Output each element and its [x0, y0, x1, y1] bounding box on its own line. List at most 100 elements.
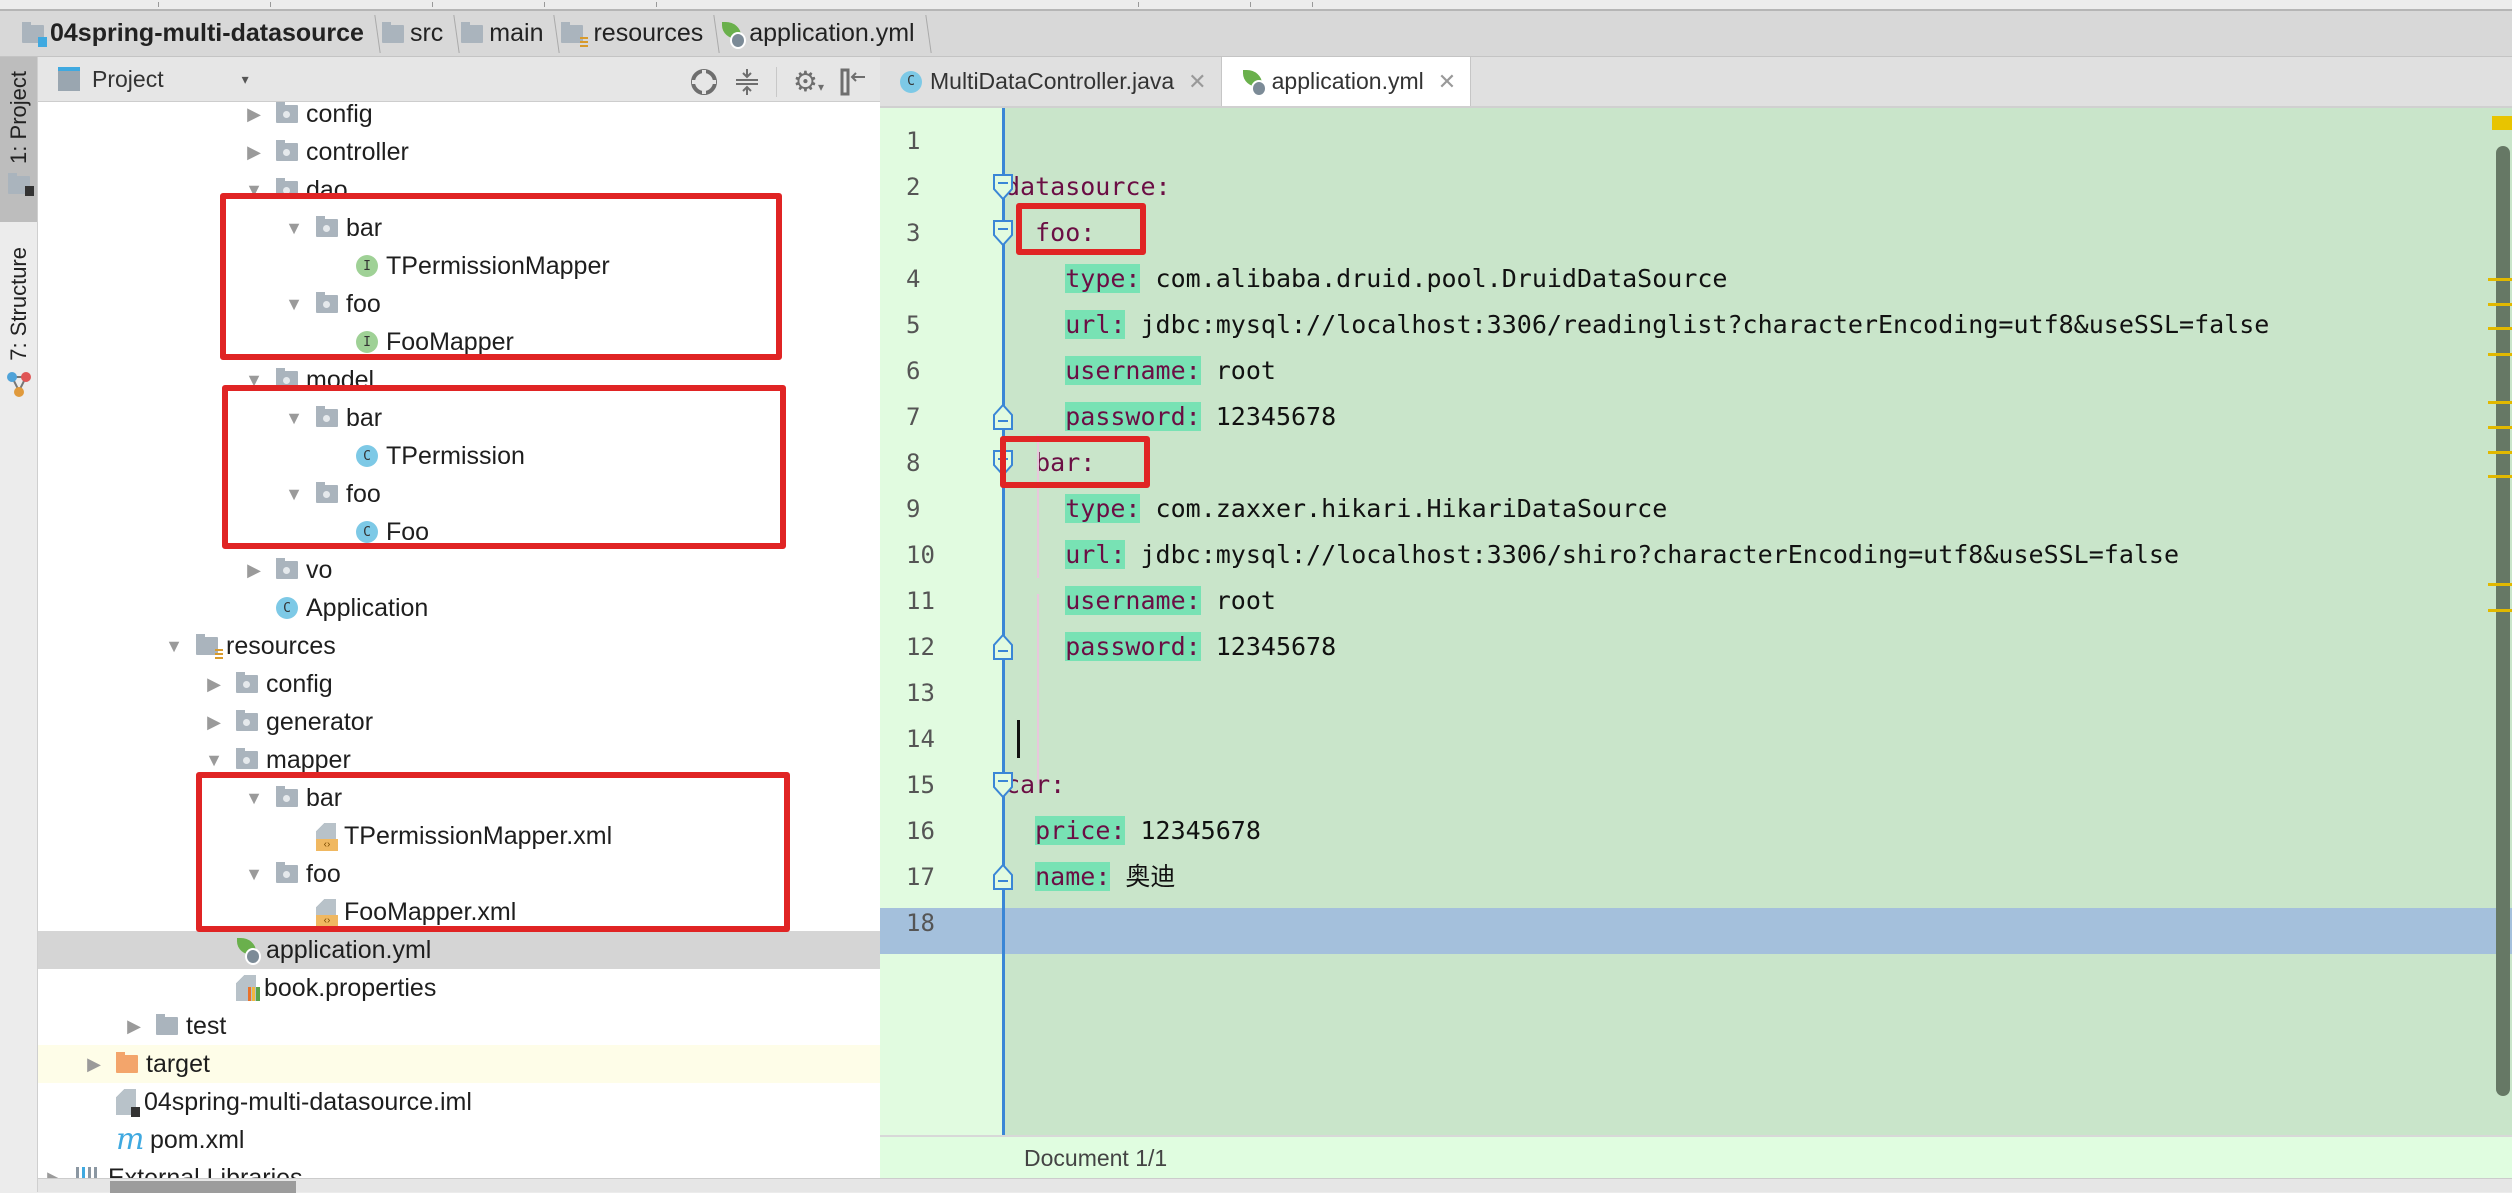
code-line[interactable]: password: 12345678	[1005, 394, 1336, 440]
tree-item[interactable]: I FooMapper	[38, 323, 880, 361]
code-line[interactable]: name: 奥迪	[1005, 854, 1175, 900]
fold-start-icon[interactable]	[992, 449, 1014, 477]
code-line[interactable]: url: jdbc:mysql://localhost:3306/reading…	[1005, 302, 2269, 348]
tree-item[interactable]: ▼ bar	[38, 209, 880, 247]
tree-item[interactable]: C Application	[38, 589, 880, 627]
scrollbar-marker[interactable]	[2488, 278, 2512, 281]
tool-tab-project[interactable]: 1: Project	[0, 57, 37, 222]
expanded-arrow-icon[interactable]: ▼	[242, 370, 266, 391]
locate-icon[interactable]	[690, 68, 718, 96]
tree-item[interactable]: ▶ target	[38, 1045, 880, 1083]
tree-item[interactable]: ▶ generator	[38, 703, 880, 741]
settings-icon[interactable]: ⚙▾	[793, 65, 824, 98]
tab-application-yml[interactable]: application.yml ✕	[1221, 57, 1472, 106]
project-view-selector[interactable]: Project	[92, 66, 164, 93]
collapsed-arrow-icon[interactable]: ▶	[242, 104, 266, 125]
code-line[interactable]: username: root	[1005, 578, 1276, 624]
scrollbar-marker[interactable]	[2488, 353, 2512, 356]
scrollbar-marker[interactable]	[2488, 426, 2512, 429]
tree-item[interactable]: ▶ vo	[38, 551, 880, 589]
collapsed-arrow-icon[interactable]: ▶	[202, 712, 226, 733]
tree-item[interactable]: C Foo	[38, 513, 880, 551]
tree-item[interactable]: ▼ foo	[38, 475, 880, 513]
breadcrumb-main[interactable]: main	[457, 11, 557, 57]
expanded-arrow-icon[interactable]: ▼	[242, 788, 266, 809]
xml-file-icon	[316, 899, 338, 927]
horizontal-scroll-thumb[interactable]	[110, 1181, 296, 1193]
expanded-arrow-icon[interactable]: ▼	[282, 484, 306, 505]
fold-end-icon[interactable]	[992, 633, 1014, 661]
collapsed-arrow-icon[interactable]: ▶	[202, 674, 226, 695]
tree-item[interactable]: application.yml	[38, 931, 880, 969]
code-editor[interactable]: 1 2 datasource: 3 foo: 4 type: com.alibaba.d…	[880, 108, 2512, 1135]
fold-start-icon[interactable]	[992, 771, 1014, 799]
code-line[interactable]: type: com.alibaba.druid.pool.DruidDataSo…	[1005, 256, 1727, 302]
tree-item[interactable]: ▶ test	[38, 1007, 880, 1045]
hide-panel-icon[interactable]	[840, 67, 866, 97]
tree-item[interactable]: ▶ config	[38, 102, 880, 133]
tree-item[interactable]: ▼ bar	[38, 779, 880, 817]
expanded-arrow-icon[interactable]: ▼	[162, 636, 186, 657]
fold-end-icon[interactable]	[992, 863, 1014, 891]
tree-item[interactable]: C TPermission	[38, 437, 880, 475]
close-icon[interactable]: ✕	[1188, 69, 1206, 95]
scrollbar-thumb[interactable]	[2496, 146, 2510, 1096]
scrollbar-marker[interactable]	[2488, 609, 2512, 612]
code-line[interactable]: foo:	[1005, 210, 1095, 256]
tree-item[interactable]: ▼ mapper	[38, 741, 880, 779]
collapsed-arrow-icon[interactable]: ▶	[82, 1054, 106, 1075]
tool-tab-structure[interactable]: 7: Structure	[0, 237, 37, 457]
expanded-arrow-icon[interactable]: ▼	[202, 750, 226, 771]
chevron-down-icon[interactable]: ▾	[242, 71, 249, 88]
collapse-all-icon[interactable]	[734, 67, 760, 97]
expanded-arrow-icon[interactable]: ▼	[282, 294, 306, 315]
breadcrumb-project[interactable]: 04spring-multi-datasource	[18, 11, 378, 57]
scrollbar-marker[interactable]	[2488, 475, 2512, 478]
fold-start-icon[interactable]	[992, 219, 1014, 247]
code-line[interactable]: url: jdbc:mysql://localhost:3306/shiro?c…	[1005, 532, 2179, 578]
code-line[interactable]: car:	[1005, 762, 1065, 808]
fold-end-icon[interactable]	[992, 403, 1014, 431]
tree-item[interactable]: I TPermissionMapper	[38, 247, 880, 285]
collapsed-arrow-icon[interactable]: ▶	[242, 142, 266, 163]
code-line[interactable]: password: 12345678	[1005, 624, 1336, 670]
collapsed-arrow-icon[interactable]: ▶	[122, 1016, 146, 1037]
scrollbar-marker[interactable]	[2488, 303, 2512, 306]
expanded-arrow-icon[interactable]: ▼	[242, 180, 266, 201]
tree-item[interactable]: ▼ bar	[38, 399, 880, 437]
close-icon[interactable]: ✕	[1438, 69, 1456, 95]
scrollbar-marker[interactable]	[2488, 451, 2512, 454]
vertical-scrollbar[interactable]	[2488, 108, 2512, 1135]
scrollbar-marker[interactable]	[2488, 401, 2512, 404]
tree-item[interactable]: ▼ resources	[38, 627, 880, 665]
expanded-arrow-icon[interactable]: ▼	[282, 408, 306, 429]
tab-multidatacontroller[interactable]: C MultiDataController.java ✕	[880, 57, 1222, 106]
expanded-arrow-icon[interactable]: ▼	[282, 218, 306, 239]
code-line[interactable]: price: 12345678	[1005, 808, 1261, 854]
collapsed-arrow-icon[interactable]: ▶	[242, 560, 266, 581]
tree-item[interactable]: TPermissionMapper.xml	[38, 817, 880, 855]
inspection-status-icon[interactable]	[2492, 116, 2512, 130]
tree-item[interactable]: m pom.xml	[38, 1121, 880, 1159]
tree-item[interactable]: ▶ config	[38, 665, 880, 703]
breadcrumb-file[interactable]: application.yml	[717, 11, 928, 57]
tree-item[interactable]: book.properties	[38, 969, 880, 1007]
fold-start-icon[interactable]	[992, 173, 1014, 201]
expanded-arrow-icon[interactable]: ▼	[242, 864, 266, 885]
code-line[interactable]: bar:	[1005, 440, 1095, 486]
scrollbar-marker[interactable]	[2488, 583, 2512, 586]
tree-item[interactable]: FooMapper.xml	[38, 893, 880, 931]
tree-item[interactable]: ▼ foo	[38, 855, 880, 893]
tree-item[interactable]: 04spring-multi-datasource.iml	[38, 1083, 880, 1121]
tree-item[interactable]: ▼ foo	[38, 285, 880, 323]
code-line[interactable]: datasource:	[1005, 164, 1171, 210]
tree-item[interactable]: ▼ model	[38, 361, 880, 399]
tree-item[interactable]: ▶ controller	[38, 133, 880, 171]
scrollbar-marker[interactable]	[2488, 327, 2512, 330]
breadcrumb-src[interactable]: src	[378, 11, 457, 57]
code-line[interactable]: username: root	[1005, 348, 1276, 394]
breadcrumb-resources[interactable]: resources	[557, 11, 717, 57]
code-line[interactable]: type: com.zaxxer.hikari.HikariDataSource	[1005, 486, 1667, 532]
tree-item[interactable]: ▼ dao	[38, 171, 880, 209]
